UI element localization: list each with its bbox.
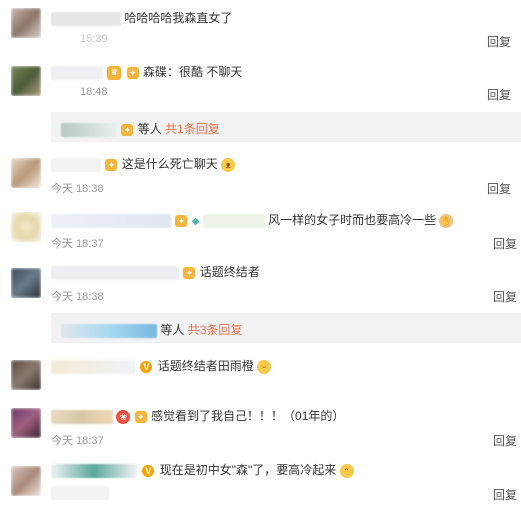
comment-text: 现在是初中女"森"了，要高冷起来 <box>159 463 337 477</box>
reply-button[interactable]: 回复 <box>493 432 517 449</box>
comment-time: 今天 18:38 <box>51 291 104 303</box>
reply-button[interactable]: 回复 <box>493 235 517 252</box>
sub-reply-user[interactable] <box>61 323 157 338</box>
avatar[interactable] <box>11 408 41 438</box>
rose-emoji-icon: ❀ <box>116 409 131 424</box>
crown-badge-icon: ✦ <box>175 214 188 227</box>
sub-reply-link[interactable]: 共1条回复 <box>165 122 220 136</box>
crown-badge-icon: ✦ <box>134 410 147 423</box>
avatar[interactable] <box>11 66 41 96</box>
username[interactable] <box>51 65 103 80</box>
crown-badge-icon: ✦ <box>126 66 139 79</box>
comment-time: 18:48 <box>80 86 108 98</box>
comment-text: 这是什么死亡聊天 <box>121 157 218 171</box>
avatar[interactable] <box>11 360 41 390</box>
sub-reply-text: 等人 <box>160 323 185 337</box>
comment-text: 哈哈哈哈我森直女了 <box>124 11 233 25</box>
comment-time: 今天 18:38 <box>51 183 104 195</box>
username[interactable] <box>51 213 171 228</box>
sub-reply-user[interactable] <box>61 122 117 137</box>
avatar[interactable] <box>11 466 41 496</box>
comment-time: 今天 18:37 <box>51 238 104 250</box>
sub-reply-summary[interactable]: 等人 共3条回复 <box>51 313 521 343</box>
comment-text: 话题终结者田雨橙 <box>157 359 254 373</box>
reply-button[interactable]: 回复 <box>487 180 511 197</box>
comment-time: 15:39 <box>80 33 108 45</box>
reply-button[interactable]: 回复 <box>487 86 511 103</box>
v-verified-icon: V <box>142 464 155 477</box>
reply-button[interactable]: 回复 <box>487 33 511 50</box>
sub-reply-text: 等人 <box>137 122 162 136</box>
comment-text: 风一样的女子时而也要高冷一些 <box>268 213 437 227</box>
username[interactable] <box>51 409 113 424</box>
username[interactable] <box>51 463 137 478</box>
username-2[interactable] <box>202 213 265 228</box>
laugh-emoji-icon: ᵕ <box>257 359 272 374</box>
username[interactable] <box>51 157 101 172</box>
hand-emoji-icon: ✋ <box>439 213 454 228</box>
comment-text: 感觉看到了我自己！！！（01年的） <box>151 409 345 423</box>
username[interactable] <box>51 265 179 280</box>
avatar[interactable] <box>11 8 41 38</box>
comment-text: 森碟：很酷 不聊天 <box>143 65 243 79</box>
username[interactable] <box>51 11 121 26</box>
vip-badge-icon: ♛ <box>107 65 122 80</box>
username[interactable] <box>51 359 135 374</box>
avatar[interactable] <box>11 268 41 298</box>
diamond-icon: ◆ <box>191 216 200 227</box>
reply-button[interactable]: 回复 <box>493 486 517 503</box>
avatar[interactable] <box>11 158 41 188</box>
comment-text: 话题终结者 <box>199 265 260 279</box>
cat-emoji-icon: ᴥ <box>221 157 236 172</box>
comment-time <box>51 486 109 500</box>
thinking-emoji-icon: ᵔ <box>339 463 354 478</box>
crown-badge-icon: ✦ <box>121 123 134 136</box>
sub-reply-summary[interactable]: ✦ 等人 共1条回复 <box>51 112 521 142</box>
v-verified-icon: V <box>140 360 153 373</box>
comment-time: 今天 18:37 <box>51 435 104 447</box>
reply-button[interactable]: 回复 <box>493 288 517 305</box>
crown-badge-icon: ✦ <box>105 158 118 171</box>
crown-badge-icon: ✦ <box>183 266 196 279</box>
avatar[interactable] <box>11 212 41 242</box>
sub-reply-link[interactable]: 共3条回复 <box>188 323 243 337</box>
